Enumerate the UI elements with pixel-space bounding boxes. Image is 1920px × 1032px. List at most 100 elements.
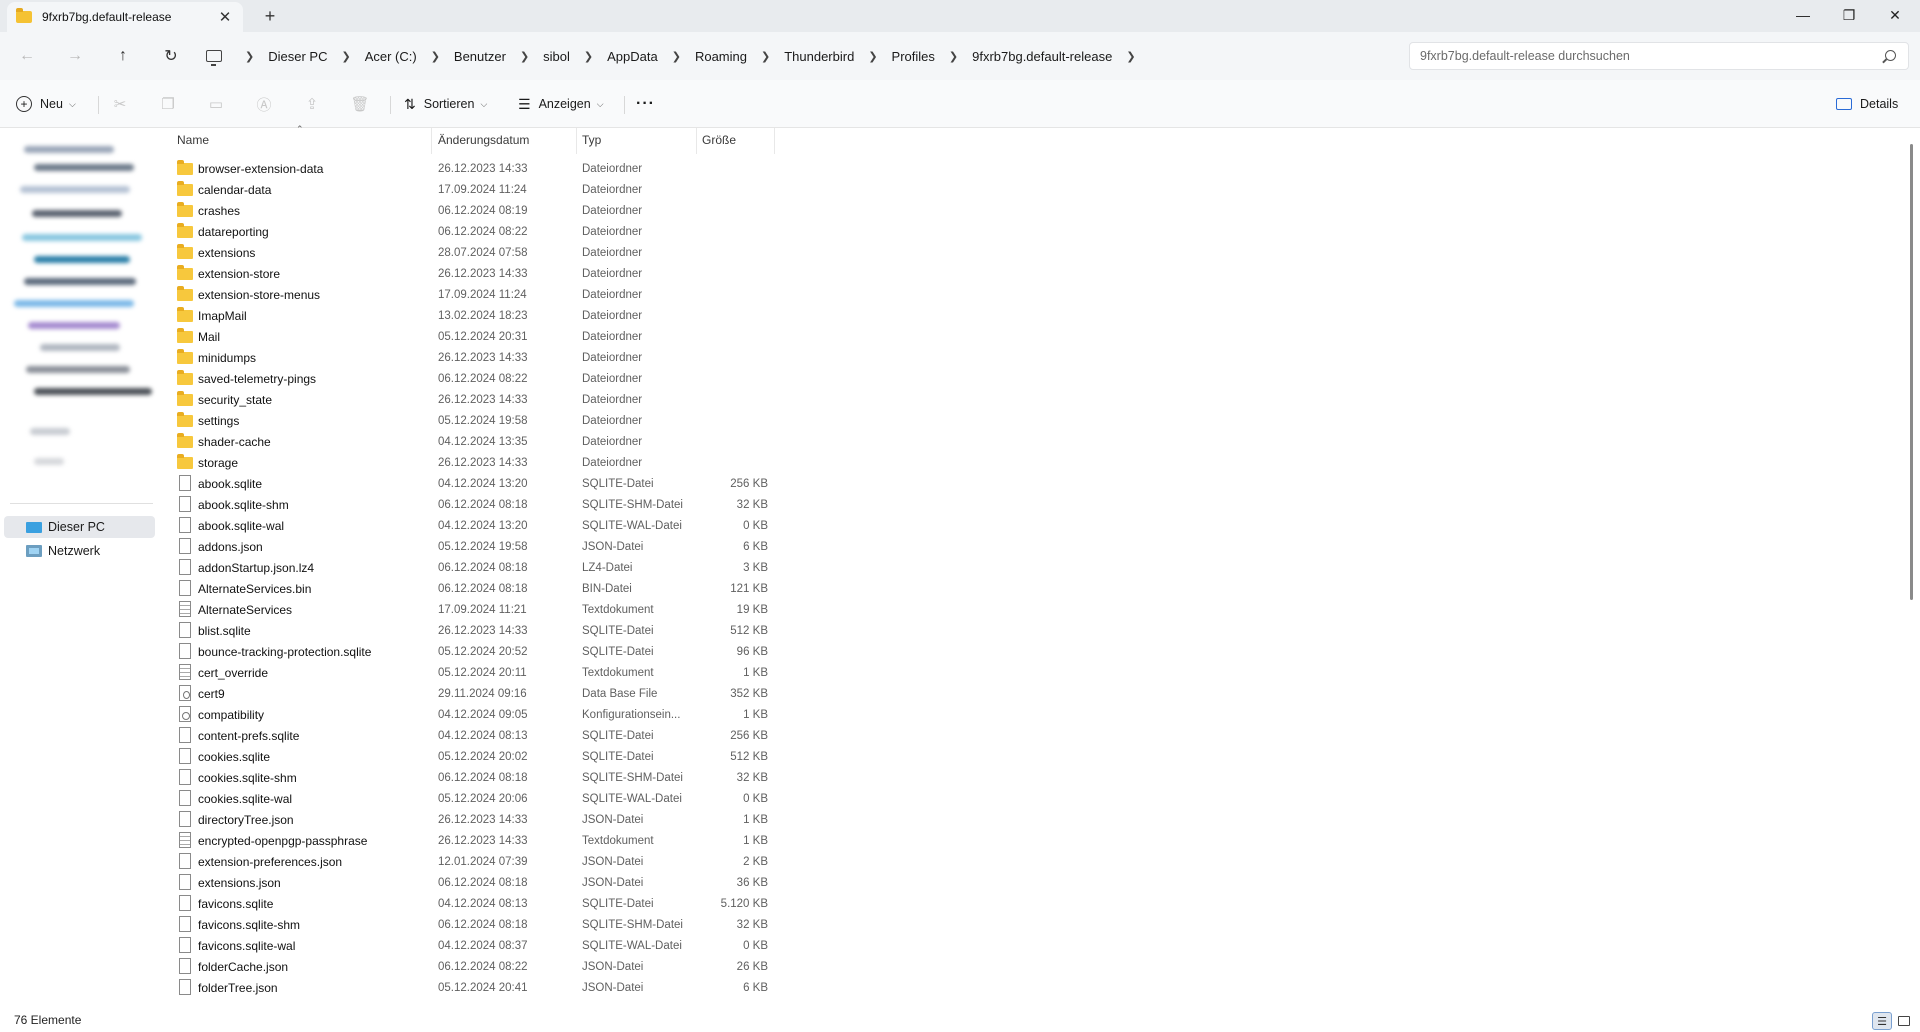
column-date[interactable]: Änderungsdatum	[438, 133, 529, 147]
chevron-right-icon[interactable]: ❯	[1126, 50, 1135, 63]
file-row[interactable]: abook.sqlite 04.12.2024 13:20 SQLITE-Datei…	[158, 473, 958, 494]
file-row[interactable]: security_state 26.12.2023 14:33 Dateiordne…	[158, 389, 958, 410]
breadcrumb-item[interactable]: Roaming	[692, 47, 750, 66]
maximize-button[interactable]: ❐	[1826, 0, 1872, 30]
file-row[interactable]: directoryTree.json 26.12.2023 14:33 JSON-D…	[158, 809, 958, 830]
breadcrumb[interactable]: ❯ Dieser PC ❯ Acer (C:) ❯ Benutzer ❯ sibol ❯ AppD…	[206, 42, 1147, 70]
file-row[interactable]: encrypted-openpgp-passphrase 26.12.2023 1…	[158, 830, 958, 851]
file-row[interactable]: extensions.json 06.12.2024 08:18 JSON-Date…	[158, 872, 958, 893]
breadcrumb-item[interactable]: AppData	[604, 47, 661, 66]
search-icon[interactable]	[1885, 50, 1896, 61]
column-size[interactable]: Größe	[702, 133, 736, 147]
file-row[interactable]: abook.sqlite-shm 06.12.2024 08:18 SQLITE-S…	[158, 494, 958, 515]
refresh-button[interactable]: ↻	[158, 44, 184, 68]
delete-icon[interactable]: 🗑	[350, 94, 370, 114]
file-row[interactable]: calendar-data 17.09.2024 11:24 Dateiordner	[158, 179, 958, 200]
file-row[interactable]: saved-telemetry-pings 06.12.2024 08:22 Dat…	[158, 368, 958, 389]
file-row[interactable]: browser-extension-data 26.12.2023 14:33 Da…	[158, 158, 958, 179]
details-view-icon[interactable]: ☰	[1872, 1012, 1892, 1030]
share-icon[interactable]: ⇪	[302, 94, 322, 114]
breadcrumb-item[interactable]: Acer (C:)	[362, 47, 420, 66]
column-type[interactable]: Typ	[582, 133, 601, 147]
tiles-view-icon[interactable]	[1894, 1012, 1914, 1030]
chevron-right-icon[interactable]: ❯	[520, 50, 529, 63]
paste-icon[interactable]: ▭	[206, 94, 226, 114]
new-button[interactable]: + Neu ⌵	[16, 92, 76, 116]
file-row[interactable]: abook.sqlite-wal 04.12.2024 13:20 SQLITE-W…	[158, 515, 958, 536]
breadcrumb-item[interactable]: Benutzer	[451, 47, 509, 66]
file-row[interactable]: datareporting 06.12.2024 08:22 Dateiordner	[158, 221, 958, 242]
chevron-right-icon[interactable]: ❯	[949, 50, 958, 63]
file-row[interactable]: AlternateServices.bin 06.12.2024 08:18 BIN…	[158, 578, 958, 599]
back-button[interactable]: ←	[14, 44, 40, 68]
breadcrumb-item[interactable]: Profiles	[889, 47, 938, 66]
column-name[interactable]: Name	[177, 133, 209, 147]
more-options-button[interactable]: ···	[636, 92, 655, 116]
file-row[interactable]: cookies.sqlite-wal 05.12.2024 20:06 SQLITE…	[158, 788, 958, 809]
chevron-right-icon[interactable]: ❯	[341, 50, 350, 63]
file-row[interactable]: cert9 29.11.2024 09:16 Data Base File 352 K…	[158, 683, 958, 704]
new-tab-button[interactable]: +	[258, 6, 282, 26]
column-divider[interactable]	[576, 128, 577, 154]
file-row[interactable]: favicons.sqlite 04.12.2024 08:13 SQLITE-Da…	[158, 893, 958, 914]
file-row[interactable]: content-prefs.sqlite 04.12.2024 08:13 SQLI…	[158, 725, 958, 746]
file-row[interactable]: favicons.sqlite-shm 06.12.2024 08:18 SQLIT…	[158, 914, 958, 935]
column-divider[interactable]	[431, 128, 432, 154]
file-row[interactable]: Mail 05.12.2024 20:31 Dateiordner	[158, 326, 958, 347]
file-row[interactable]: settings 05.12.2024 19:58 Dateiordner	[158, 410, 958, 431]
chevron-right-icon[interactable]: ❯	[584, 50, 593, 63]
file-row[interactable]: compatibility 04.12.2024 09:05 Konfigurati…	[158, 704, 958, 725]
file-row[interactable]: extensions 28.07.2024 07:58 Dateiordner	[158, 242, 958, 263]
chevron-right-icon[interactable]: ❯	[672, 50, 681, 63]
file-name: extension-store-menus	[198, 287, 321, 302]
file-row[interactable]: addonStartup.json.lz4 06.12.2024 08:18 LZ4…	[158, 557, 958, 578]
file-row[interactable]: cookies.sqlite 05.12.2024 20:02 SQLITE-Dat…	[158, 746, 958, 767]
sort-button[interactable]: ⇅ Sortieren ⌵	[404, 92, 487, 116]
chevron-right-icon[interactable]: ❯	[431, 50, 440, 63]
file-row[interactable]: bounce-tracking-protection.sqlite 05.12.2…	[158, 641, 958, 662]
file-row[interactable]: cookies.sqlite-shm 06.12.2024 08:18 SQLITE…	[158, 767, 958, 788]
file-row[interactable]: ImapMail 13.02.2024 18:23 Dateiordner	[158, 305, 958, 326]
tab-active[interactable]: 9fxrb7bg.default-release ✕	[7, 2, 243, 32]
file-row[interactable]: addons.json 05.12.2024 19:58 JSON-Datei 6 K…	[158, 536, 958, 557]
sidebar-item-dieser-pc[interactable]: Dieser PC	[4, 516, 155, 538]
file-name: favicons.sqlite	[198, 896, 274, 911]
forward-button[interactable]: →	[62, 44, 88, 68]
file-row[interactable]: minidumps 26.12.2023 14:33 Dateiordner	[158, 347, 958, 368]
copy-icon[interactable]: ❐	[158, 94, 178, 114]
file-row[interactable]: extension-store-menus 17.09.2024 11:24 Dat…	[158, 284, 958, 305]
column-divider[interactable]	[696, 128, 697, 154]
view-button[interactable]: ☰ Anzeigen ⌵	[518, 92, 604, 116]
file-row[interactable]: folderTree.json 05.12.2024 20:41 JSON-Date…	[158, 977, 958, 998]
minimize-button[interactable]: —	[1780, 0, 1826, 30]
chevron-right-icon[interactable]: ❯	[868, 50, 877, 63]
breadcrumb-item[interactable]: 9fxrb7bg.default-release	[969, 47, 1115, 66]
cut-icon[interactable]: ✂	[110, 94, 130, 114]
vertical-scrollbar[interactable]	[1910, 144, 1913, 600]
file-row[interactable]: favicons.sqlite-wal 04.12.2024 08:37 SQLIT…	[158, 935, 958, 956]
up-button[interactable]: ↑	[110, 44, 136, 68]
file-row[interactable]: folderCache.json 06.12.2024 08:22 JSON-Dat…	[158, 956, 958, 977]
rename-icon[interactable]: Ⓐ	[254, 94, 274, 114]
column-divider[interactable]	[774, 128, 775, 154]
file-row[interactable]: shader-cache 04.12.2024 13:35 Dateiordner	[158, 431, 958, 452]
file-row[interactable]: storage 26.12.2023 14:33 Dateiordner	[158, 452, 958, 473]
close-button[interactable]: ✕	[1872, 0, 1918, 30]
file-row[interactable]: extension-store 26.12.2023 14:33 Dateiordn…	[158, 263, 958, 284]
details-button[interactable]: Details	[1836, 92, 1898, 116]
chevron-right-icon[interactable]: ❯	[245, 50, 254, 63]
file-row[interactable]: extension-preferences.json 12.01.2024 07:…	[158, 851, 958, 872]
breadcrumb-item[interactable]: sibol	[540, 47, 573, 66]
file-row[interactable]: blist.sqlite 26.12.2023 14:33 SQLITE-Datei…	[158, 620, 958, 641]
file-row[interactable]: cert_override 05.12.2024 20:11 Textdokumen…	[158, 662, 958, 683]
chevron-right-icon[interactable]: ❯	[761, 50, 770, 63]
search-input[interactable]: 9fxrb7bg.default-release durchsuchen	[1409, 42, 1909, 70]
tab-close-icon[interactable]: ✕	[215, 7, 235, 27]
command-bar: + Neu ⌵ ✂ ❐ ▭ Ⓐ ⇪ 🗑 ⇅ Sortieren ⌵ ☰ Anze…	[0, 80, 1920, 128]
breadcrumb-item[interactable]: Dieser PC	[265, 47, 330, 66]
breadcrumb-item[interactable]: Thunderbird	[781, 47, 857, 66]
file-name: favicons.sqlite-shm	[198, 917, 301, 932]
file-row[interactable]: crashes 06.12.2024 08:19 Dateiordner	[158, 200, 958, 221]
file-row[interactable]: AlternateServices 17.09.2024 11:21 Textdok…	[158, 599, 958, 620]
sidebar-item-netzwerk[interactable]: Netzwerk	[4, 540, 155, 562]
